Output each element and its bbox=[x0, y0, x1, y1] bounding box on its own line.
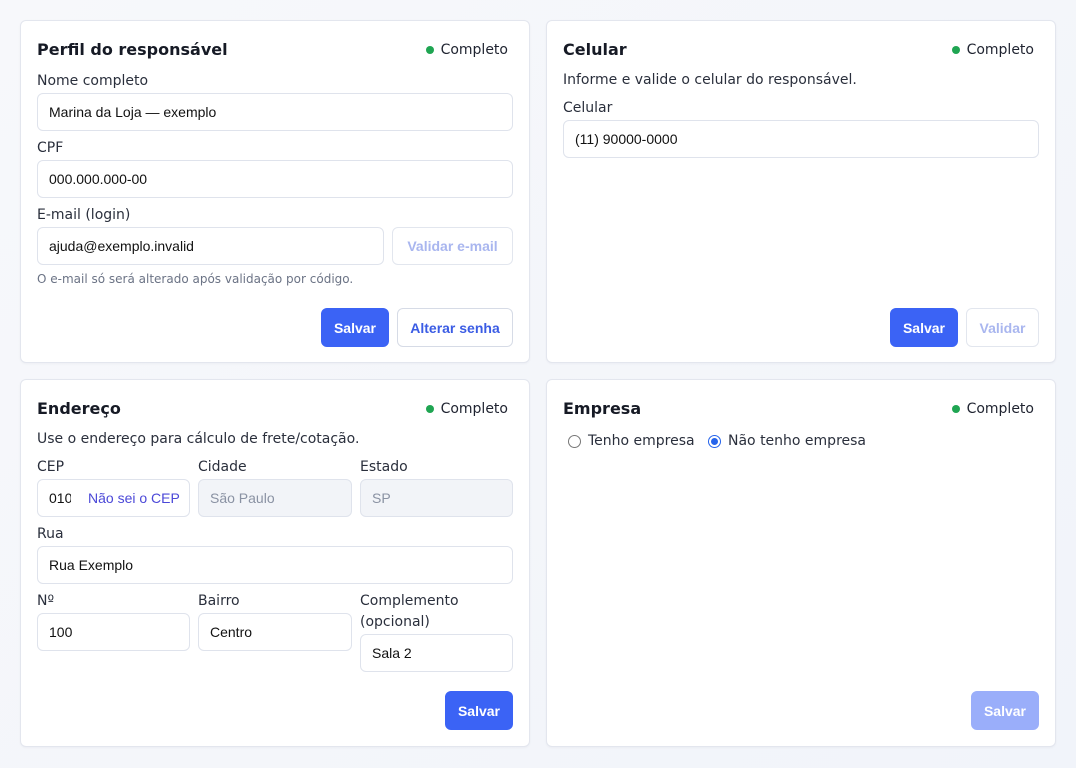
cep-label: CEP bbox=[37, 459, 65, 475]
cpf-label: CPF bbox=[37, 140, 64, 156]
perfil-status-text: Completo bbox=[440, 42, 508, 58]
endereco-salvar-button[interactable]: Salvar bbox=[445, 691, 513, 730]
celular-status-badge: Completo bbox=[951, 42, 1034, 58]
perfil-salvar-button[interactable]: Salvar bbox=[321, 308, 389, 347]
email-input[interactable]: ajuda@exemplo.invalid bbox=[37, 227, 384, 265]
perfil-card: Perfil do responsável Completo Nome comp… bbox=[20, 20, 530, 363]
empresa-title: Empresa bbox=[563, 399, 642, 418]
radio-tenho-empresa[interactable]: Tenho empresa bbox=[568, 433, 695, 449]
radio-checked-icon[interactable] bbox=[708, 434, 721, 448]
numero-label: Nº bbox=[37, 593, 55, 609]
numero-input[interactable]: 100 bbox=[37, 613, 190, 651]
nome-label: Nome completo bbox=[37, 73, 149, 89]
cpf-input[interactable]: 000.000.000-00 bbox=[37, 160, 513, 198]
empresa-card: Empresa Completo Tenho empresa Não tenho… bbox=[546, 379, 1056, 747]
endereco-status-text: Completo bbox=[440, 401, 508, 417]
celular-status-text: Completo bbox=[966, 42, 1034, 58]
radio-nao-tenho-empresa-label: Não tenho empresa bbox=[728, 433, 867, 449]
endereco-description: Use o endereço para cálculo de frete/cot… bbox=[37, 431, 360, 447]
status-ok-dot-icon bbox=[951, 46, 960, 54]
empresa-status-badge: Completo bbox=[951, 401, 1034, 417]
estado-input: SP bbox=[360, 479, 513, 517]
estado-label: Estado bbox=[360, 459, 408, 475]
nome-input[interactable]: Marina da Loja — exemplo bbox=[37, 93, 513, 131]
endereco-title: Endereço bbox=[37, 399, 121, 418]
rua-input[interactable]: Rua Exemplo bbox=[37, 546, 513, 584]
endereco-status-badge: Completo bbox=[425, 401, 508, 417]
celular-title: Celular bbox=[563, 40, 627, 59]
email-hint: O e-mail só será alterado após validação… bbox=[37, 272, 354, 286]
celular-salvar-button[interactable]: Salvar bbox=[890, 308, 958, 347]
celular-description: Informe e valide o celular do responsáve… bbox=[563, 72, 857, 88]
perfil-status-badge: Completo bbox=[425, 42, 508, 58]
alterar-senha-button[interactable]: Alterar senha bbox=[397, 308, 513, 347]
rua-label: Rua bbox=[37, 526, 64, 542]
cidade-label: Cidade bbox=[198, 459, 247, 475]
radio-nao-tenho-empresa[interactable]: Não tenho empresa bbox=[708, 433, 866, 449]
cidade-input: São Paulo bbox=[198, 479, 352, 517]
complemento-label: Complemento bbox=[360, 593, 459, 609]
radio-tenho-empresa-label: Tenho empresa bbox=[588, 433, 695, 449]
endereco-card: Endereço Completo Use o endereço para cá… bbox=[20, 379, 530, 747]
empresa-status-text: Completo bbox=[966, 401, 1034, 417]
radio-unchecked-icon[interactable] bbox=[568, 434, 581, 448]
validar-email-button[interactable]: Validar e-mail bbox=[392, 227, 513, 265]
celular-input[interactable]: (11) 90000-0000 bbox=[563, 120, 1039, 158]
celular-label: Celular bbox=[563, 100, 613, 116]
email-label: E-mail (login) bbox=[37, 207, 131, 223]
status-ok-dot-icon bbox=[951, 405, 960, 413]
celular-card: Celular Completo Informe e valide o celu… bbox=[546, 20, 1056, 363]
bairro-input[interactable]: Centro bbox=[198, 613, 352, 651]
empresa-salvar-button[interactable]: Salvar bbox=[971, 691, 1039, 730]
complemento-input[interactable]: Sala 2 bbox=[360, 634, 513, 672]
complemento-optional-label: (opcional) bbox=[360, 614, 430, 630]
status-ok-dot-icon bbox=[425, 405, 434, 413]
nao-sei-cep-link[interactable]: Não sei o CEP bbox=[71, 490, 180, 506]
bairro-label: Bairro bbox=[198, 593, 240, 609]
celular-validar-button[interactable]: Validar bbox=[966, 308, 1039, 347]
perfil-title: Perfil do responsável bbox=[37, 40, 228, 59]
status-ok-dot-icon bbox=[425, 46, 434, 54]
